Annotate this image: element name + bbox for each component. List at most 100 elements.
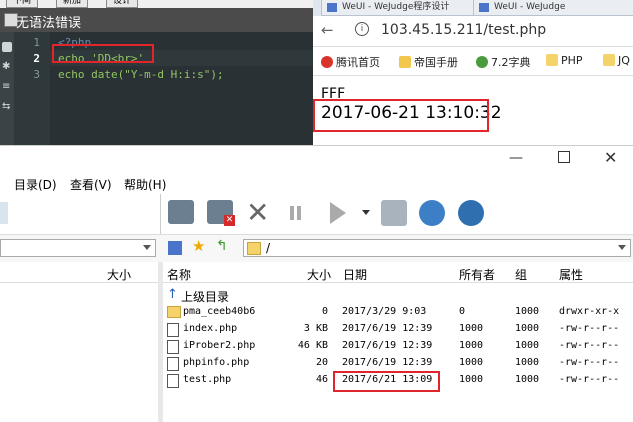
back-arrow-icon[interactable]: ←	[321, 21, 334, 39]
table-row[interactable]: iProber2.php 46 KB 2017/6/19 12:39 1000 …	[163, 338, 633, 355]
chevron-down-icon[interactable]	[618, 245, 626, 250]
folder-icon	[603, 54, 615, 66]
file-attr: -rw-r--r--	[559, 357, 620, 368]
local-icon[interactable]	[0, 202, 8, 224]
bookmark-jq[interactable]: JQ	[603, 54, 630, 67]
star-icon[interactable]: ✱	[2, 62, 12, 72]
chevron-down-icon[interactable]	[143, 245, 151, 250]
pause-icon[interactable]	[290, 206, 294, 220]
format-icon[interactable]	[2, 42, 12, 52]
local-file-pane[interactable]: 大小	[0, 262, 159, 422]
highlight-box-file-date	[333, 371, 440, 392]
tab-title: WeUI - WeJudge程序设计	[342, 2, 450, 12]
page-favicon-icon	[327, 3, 337, 12]
syntax-status-bar: 无语法错误	[0, 8, 313, 32]
wrap-icon[interactable]: ⇆	[2, 102, 12, 112]
tab-title: WeUI - WeJudge	[494, 2, 566, 12]
connect-icon[interactable]	[168, 200, 194, 224]
col-group-header[interactable]: 组	[515, 266, 527, 283]
table-row[interactable]: index.php 3 KB 2017/6/19 12:39 1000 1000…	[163, 321, 633, 338]
col-owner-header[interactable]: 所有者	[459, 266, 495, 283]
tab-strip: WeUI - WeJudge程序设计 WeUI - WeJudge	[313, 0, 633, 16]
top-button-3[interactable]: 设计	[106, 0, 139, 8]
header-divider	[0, 282, 158, 283]
toolbar-divider	[160, 194, 161, 234]
pause-icon-bar	[297, 206, 301, 220]
remote-path-input[interactable]: /	[243, 239, 631, 257]
dropdown-icon[interactable]	[362, 210, 370, 215]
bookmark-tencent[interactable]: 腾讯首页	[321, 54, 380, 70]
file-date: 2017/6/19 12:39	[342, 340, 433, 351]
local-size-header[interactable]: 大小	[107, 266, 131, 283]
file-size: 46	[315, 374, 328, 385]
file-name: phpinfo.php	[183, 357, 250, 368]
folder-icon	[546, 54, 558, 66]
table-row[interactable]: phpinfo.php 20 2017/6/19 12:39 1000 1000…	[163, 355, 633, 372]
menu-bar: 目录(D) 查看(V) 帮助(H)	[0, 174, 633, 194]
file-attr: -rw-r--r--	[559, 374, 620, 385]
file-group: 1000	[515, 374, 540, 385]
col-size-header[interactable]: 大小	[307, 266, 331, 283]
close-icon[interactable]: ✕	[604, 148, 617, 167]
up-arrow-icon: ↑	[167, 287, 178, 302]
top-button-1[interactable]: 下间	[6, 0, 39, 8]
code-editor[interactable]: 下间 新加 设计 无语法错误 ✱ ≡ ⇆ 1 2 3 <?php echo 'D…	[0, 0, 313, 145]
header-divider	[163, 282, 633, 283]
file-date: 2017/3/29 9:03	[342, 306, 427, 317]
local-path-input[interactable]	[0, 239, 156, 257]
file-attr: -rw-r--r--	[559, 323, 620, 334]
col-attr-header[interactable]: 属性	[559, 266, 583, 283]
network-icon[interactable]	[168, 241, 182, 255]
chrome-icon	[476, 56, 488, 68]
col-date-header[interactable]: 日期	[343, 266, 367, 283]
bookmark-php[interactable]: PHP	[546, 54, 583, 67]
url-text[interactable]: 103.45.15.211/test.php	[381, 22, 546, 38]
file-attr: -rw-r--r--	[559, 340, 620, 351]
globe-icon[interactable]	[458, 200, 484, 226]
transfer-icon[interactable]	[381, 200, 407, 226]
browser-tab-1[interactable]: WeUI - WeJudge程序设计	[321, 0, 483, 16]
file-date: 2017/6/19 12:39	[342, 357, 433, 368]
file-size: 3 KB	[303, 323, 328, 334]
bookmark-empire[interactable]: 帝国手册	[399, 54, 458, 70]
file-date: 2017/6/19 12:39	[342, 323, 433, 334]
refresh-icon[interactable]	[419, 200, 445, 226]
stop-icon[interactable]: ✕	[246, 196, 269, 229]
empire-icon	[399, 56, 411, 68]
code-line-3[interactable]: echo date("Y-m-d H:i:s");	[58, 68, 224, 81]
top-button-2[interactable]: 新加	[56, 0, 89, 8]
menu-view[interactable]: 查看(V)	[70, 176, 112, 193]
bookmark-dict[interactable]: 7.2字典	[476, 54, 531, 70]
menu-directory[interactable]: 目录(D)	[14, 176, 57, 193]
parent-dir-label: 上级目录	[181, 290, 230, 304]
up-arrow-icon[interactable]: ↰	[216, 238, 228, 254]
table-row[interactable]: pma_ceeb40b6 0 2017/3/29 9:03 0 1000 drw…	[163, 304, 633, 321]
address-bar[interactable]: ← i 103.45.15.211/test.php	[313, 16, 633, 47]
menu-help[interactable]: 帮助(H)	[124, 176, 166, 193]
disconnect-icon[interactable]: ✕	[207, 200, 235, 226]
toolbar: ✕ ✕	[0, 194, 633, 234]
minimize-icon[interactable]: —	[509, 150, 523, 166]
file-owner: 1000	[459, 374, 484, 385]
file-name: iProber2.php	[183, 340, 256, 351]
parent-dir-row[interactable]: ↑ 上级目录	[163, 287, 633, 304]
file-owner: 1000	[459, 357, 484, 368]
file-group: 1000	[515, 323, 540, 334]
favorite-star-icon[interactable]: ★	[192, 237, 205, 255]
line-number: 3	[33, 68, 40, 81]
list-icon[interactable]: ≡	[2, 82, 12, 92]
syntax-status-text: 无语法错误	[16, 16, 82, 31]
col-name-header[interactable]: 名称	[167, 266, 191, 283]
remote-file-pane[interactable]: 名称 大小 日期 所有者 组 属性 ↑ 上级目录 pma_ceeb40b6 0 …	[163, 262, 633, 422]
highlight-box-date	[313, 99, 489, 132]
maximize-icon[interactable]	[558, 151, 570, 163]
page-favicon-icon	[479, 3, 489, 12]
info-icon[interactable]: i	[355, 22, 369, 36]
bookmarks-bar: 腾讯首页 帝国手册 7.2字典 PHP JQ	[313, 47, 633, 76]
editor-side-toolbar: ✱ ≡ ⇆	[0, 32, 14, 145]
highlight-box-code	[52, 44, 154, 63]
file-name: pma_ceeb40b6	[183, 306, 256, 317]
browser-tab-2[interactable]: WeUI - WeJudge	[473, 0, 633, 16]
play-icon[interactable]	[330, 202, 346, 224]
file-group: 1000	[515, 340, 540, 351]
